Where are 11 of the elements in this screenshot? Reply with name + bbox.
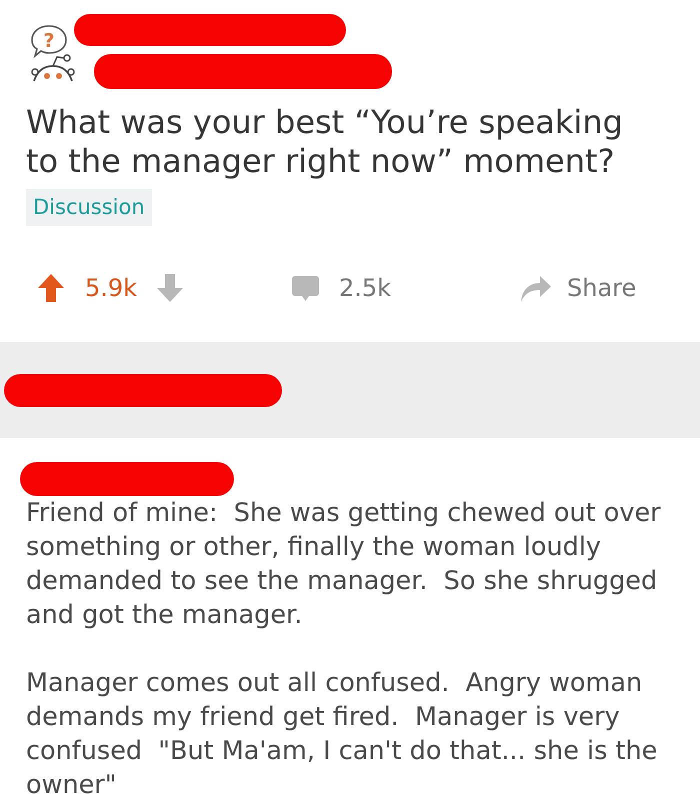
speech-bubble-icon — [292, 276, 319, 300]
down-arrow-icon[interactable] — [157, 274, 184, 302]
post-title: What was your best “You’re speaking to the manager right now” moment? — [26, 103, 624, 181]
comments-button[interactable]: 2.5k — [292, 274, 392, 302]
flair-tag[interactable]: Discussion — [26, 189, 152, 226]
comment-paragraph: Manager comes out all confused. Angry woman demands my friend get fired. Manager is very confused "But Ma'am, I can't do that... she is the owner" — [26, 667, 658, 794]
share-button[interactable]: Share — [520, 274, 636, 302]
up-arrow-icon[interactable] — [38, 274, 64, 302]
share-arrow-icon — [520, 274, 551, 302]
vote-score: 5.9k — [85, 274, 138, 302]
comment-paragraph: Friend of mine: She was getting chewed out over something or other, finally the woman loudly demanded to see the manager. So she shrugged and got the manager. — [26, 497, 662, 632]
